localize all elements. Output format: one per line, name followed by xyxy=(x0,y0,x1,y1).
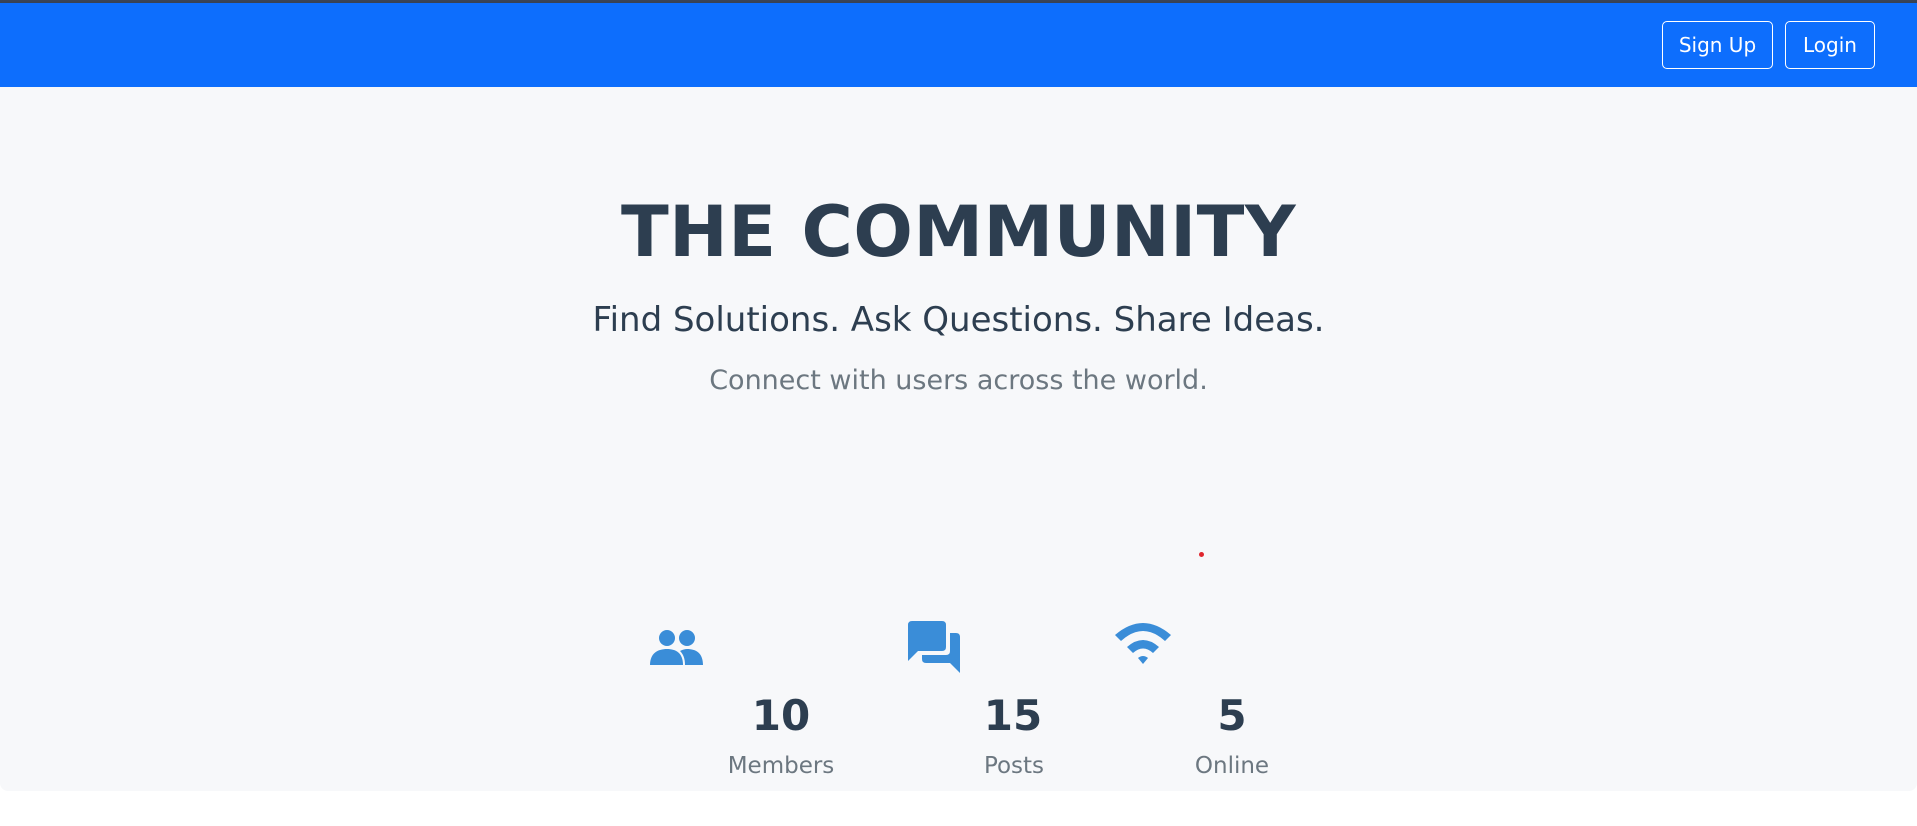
posts-label: Posts xyxy=(983,753,1045,779)
login-button[interactable]: Login xyxy=(1785,21,1875,69)
page-title: THE COMMUNITY xyxy=(620,191,1297,273)
hero-subtitle: Connect with users across the world. xyxy=(709,365,1208,396)
members-count: 10 xyxy=(751,691,811,740)
posts-count: 15 xyxy=(983,691,1043,740)
hero-section: THE COMMUNITY Find Solutions. Ask Questi… xyxy=(0,87,1917,791)
chat-bubbles-icon xyxy=(908,621,960,673)
online-count: 5 xyxy=(1217,691,1247,740)
members-label: Members xyxy=(727,753,835,779)
hero-tagline: Find Solutions. Ask Questions. Share Ide… xyxy=(592,300,1325,340)
online-label: Online xyxy=(1194,753,1270,779)
people-icon xyxy=(650,630,703,665)
navbar: Sign Up Login xyxy=(0,3,1917,87)
signup-button[interactable]: Sign Up xyxy=(1662,21,1773,69)
cursor-dot xyxy=(1199,552,1204,557)
wifi-icon xyxy=(1115,623,1171,664)
